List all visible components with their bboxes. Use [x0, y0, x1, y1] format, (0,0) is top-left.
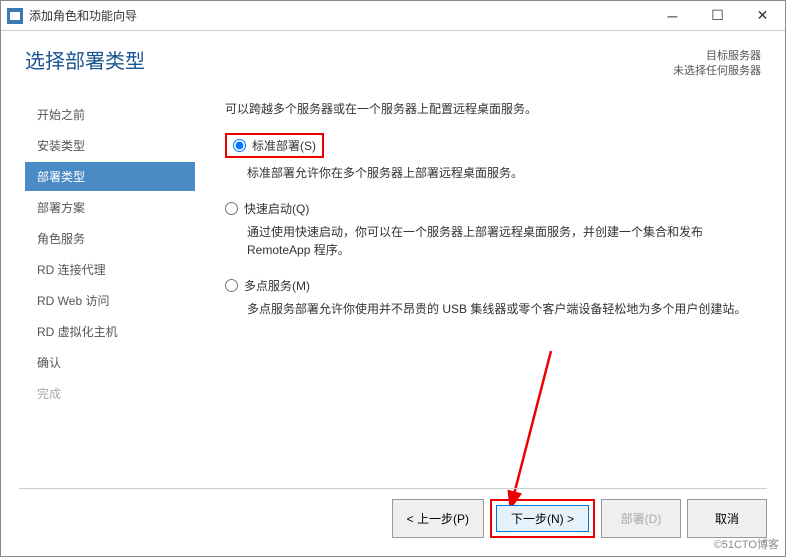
maximize-button[interactable]: ☐	[695, 1, 740, 31]
titlebar: 添加角色和功能向导 ─ ☐ ✕	[1, 1, 785, 31]
sidebar-item-rd-web[interactable]: RD Web 访问	[25, 286, 195, 315]
sidebar-item-install-type[interactable]: 安装类型	[25, 131, 195, 160]
option-standard-desc: 标准部署允许你在多个服务器上部署远程桌面服务。	[247, 164, 761, 182]
app-icon	[7, 8, 23, 24]
highlight-box: 标准部署(S)	[225, 133, 324, 158]
sidebar-item-complete: 完成	[25, 379, 195, 408]
option-multipoint[interactable]: 多点服务(M)	[225, 277, 761, 294]
window-controls: ─ ☐ ✕	[650, 1, 785, 31]
radio-quick[interactable]	[225, 202, 238, 215]
intro-text: 可以跨越多个服务器或在一个服务器上配置远程桌面服务。	[225, 100, 761, 117]
next-highlight: 下一步(N) >	[490, 499, 595, 538]
next-button[interactable]: 下一步(N) >	[496, 505, 589, 532]
watermark: ©51CTO博客	[714, 536, 779, 552]
target-status: 未选择任何服务器	[673, 64, 761, 79]
sidebar-item-deploy-plan[interactable]: 部署方案	[25, 193, 195, 222]
header: 选择部署类型 目标服务器 未选择任何服务器	[1, 31, 785, 90]
radio-standard-label[interactable]: 标准部署(S)	[252, 137, 316, 154]
close-button[interactable]: ✕	[740, 1, 785, 31]
option-standard[interactable]: 标准部署(S)	[225, 133, 761, 158]
radio-standard[interactable]	[233, 139, 246, 152]
sidebar-item-rd-virtual[interactable]: RD 虚拟化主机	[25, 317, 195, 346]
target-label: 目标服务器	[673, 49, 761, 64]
content: 开始之前 安装类型 部署类型 部署方案 角色服务 RD 连接代理 RD Web …	[1, 90, 785, 470]
sidebar: 开始之前 安装类型 部署类型 部署方案 角色服务 RD 连接代理 RD Web …	[25, 90, 195, 470]
sidebar-item-deploy-type[interactable]: 部署类型	[25, 162, 195, 191]
main-panel: 可以跨越多个服务器或在一个服务器上配置远程桌面服务。 标准部署(S) 标准部署允…	[195, 90, 761, 470]
radio-multipoint-label[interactable]: 多点服务(M)	[244, 277, 310, 294]
cancel-button[interactable]: 取消	[687, 499, 767, 538]
footer: < 上一步(P) 下一步(N) > 部署(D) 取消	[19, 488, 767, 538]
sidebar-item-role-service[interactable]: 角色服务	[25, 224, 195, 253]
prev-button[interactable]: < 上一步(P)	[392, 499, 484, 538]
sidebar-item-confirm[interactable]: 确认	[25, 348, 195, 377]
page-title: 选择部署类型	[25, 45, 145, 74]
option-multipoint-desc: 多点服务部署允许你使用并不昂贵的 USB 集线器或零个客户端设备轻松地为多个用户…	[247, 300, 761, 318]
target-info: 目标服务器 未选择任何服务器	[673, 49, 761, 80]
radio-quick-label[interactable]: 快速启动(Q)	[244, 200, 309, 217]
radio-multipoint[interactable]	[225, 279, 238, 292]
deploy-button: 部署(D)	[601, 499, 681, 538]
sidebar-item-before-begin[interactable]: 开始之前	[25, 100, 195, 129]
window-title: 添加角色和功能向导	[29, 7, 650, 24]
option-quick-desc: 通过使用快速启动，你可以在一个服务器上部署远程桌面服务，并创建一个集合和发布 R…	[247, 223, 761, 259]
sidebar-item-rd-broker[interactable]: RD 连接代理	[25, 255, 195, 284]
option-quick[interactable]: 快速启动(Q)	[225, 200, 761, 217]
minimize-button[interactable]: ─	[650, 1, 695, 31]
